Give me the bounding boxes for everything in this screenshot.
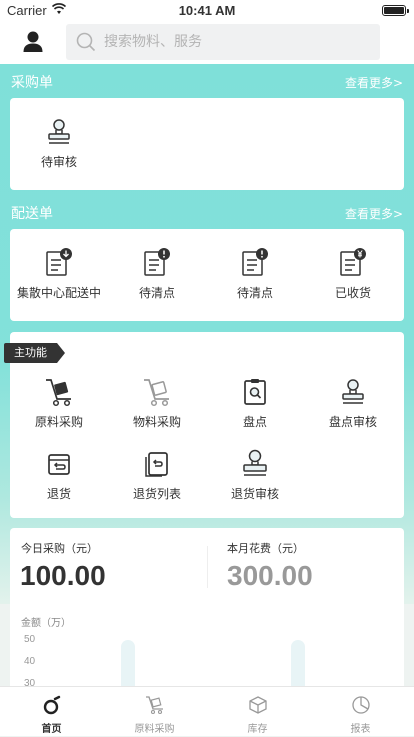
purchase-more-link[interactable]: 查看更多>: [345, 74, 403, 91]
func-label: 退货: [46, 487, 71, 501]
cart-icon: [144, 379, 169, 407]
tab-label: 报表: [350, 724, 371, 735]
main-functions-tag: 主功能: [4, 343, 65, 363]
func-label: 退货审核: [230, 487, 279, 501]
tab-bar: 首页 原料采购 库存 报表: [0, 686, 414, 736]
stats-card: 今日采购（元） 100.00 本月花费（元） 300.00 金额（万） 50 4…: [10, 528, 404, 708]
main-functions-card: 主功能 原料采购 物料采购 盘点 盘点审核 退货 退货列表 退货审核: [4, 332, 404, 518]
delivery-card: 集散中心配送中 待清点 待清点 已收货: [10, 229, 404, 321]
func-return-review[interactable]: 退货审核: [206, 448, 304, 502]
tab-reports[interactable]: 报表: [309, 687, 412, 737]
inventory-check-icon: [244, 379, 266, 405]
delivery-item-label: 已收货: [334, 286, 371, 300]
month-spend-label: 本月花费（元）: [227, 542, 304, 555]
doc-alert-icon: [144, 248, 170, 276]
box-icon: [248, 696, 267, 714]
doc-alert-icon: [242, 248, 268, 276]
func-label: 盘点: [242, 415, 267, 429]
hand-truck-icon: [46, 379, 71, 407]
month-spend-value: 300.00: [227, 560, 313, 591]
tab-label: 原料采购: [134, 724, 175, 735]
doc-yen-icon: [340, 248, 366, 276]
today-purchase-label: 今日采购（元）: [21, 542, 98, 555]
func-label: 盘点审核: [328, 415, 377, 429]
func-label: 原料采购: [34, 415, 83, 429]
purchase-item-label: 待审核: [40, 155, 77, 169]
battery-icon: [382, 5, 409, 16]
tab-inventory[interactable]: 库存: [206, 687, 309, 737]
delivery-item-label: 待清点: [236, 286, 273, 300]
doc-download-icon: [46, 248, 72, 276]
func-label: 物料采购: [132, 415, 181, 429]
chart-unit-label: 金额（万）: [21, 618, 71, 629]
home-icon: [43, 695, 60, 715]
y-tick: 40: [24, 656, 36, 667]
search-bar[interactable]: [66, 24, 380, 60]
func-label: 退货列表: [132, 487, 181, 501]
delivery-item-to-count-1[interactable]: 待清点: [108, 247, 206, 301]
stat-divider: [207, 546, 208, 588]
stamp-icon: [342, 379, 364, 404]
y-tick: 50: [24, 634, 36, 645]
tab-label: 首页: [41, 724, 62, 735]
delivery-item-label: 待清点: [138, 286, 175, 300]
tab-label: 库存: [247, 724, 268, 735]
delivery-item-label: 集散中心配送中: [16, 286, 101, 300]
func-return[interactable]: 退货: [10, 448, 108, 502]
delivery-section-title: 配送单: [11, 206, 53, 222]
purchase-section-title: 采购单: [11, 75, 53, 91]
purchase-card: 待审核: [10, 98, 404, 190]
status-bar: Carrier 10:41 AM: [0, 0, 414, 22]
cart-icon: [145, 696, 163, 715]
stamp-icon: [243, 449, 267, 476]
tab-raw-material-purchase[interactable]: 原料采购: [103, 687, 206, 737]
top-bar: [0, 22, 414, 64]
clock: 10:41 AM: [178, 3, 236, 18]
delivery-item-received[interactable]: 已收货: [304, 247, 402, 301]
delivery-item-distribution[interactable]: 集散中心配送中: [10, 247, 108, 301]
stamp-icon: [48, 119, 70, 144]
func-raw-material-purchase[interactable]: 原料采购: [10, 376, 108, 430]
return-icon: [48, 454, 70, 475]
today-purchase-value: 100.00: [20, 560, 106, 591]
hero-background: 采购单 查看更多> 待审核 配送单 查看更多> 集散中心配送中 待清点 待清点 …: [0, 64, 414, 604]
func-inventory-review[interactable]: 盘点审核: [304, 376, 402, 430]
search-input[interactable]: [104, 24, 364, 60]
tab-home[interactable]: 首页: [0, 687, 103, 737]
pie-chart-icon: [351, 696, 370, 714]
func-inventory-check[interactable]: 盘点: [206, 376, 304, 430]
search-icon: [76, 32, 96, 52]
func-return-list[interactable]: 退货列表: [108, 448, 206, 502]
delivery-more-link[interactable]: 查看更多>: [345, 205, 403, 222]
return-list-icon: [145, 452, 168, 477]
delivery-item-to-count-2[interactable]: 待清点: [206, 247, 304, 301]
user-icon[interactable]: [22, 30, 44, 54]
func-material-purchase[interactable]: 物料采购: [108, 376, 206, 430]
purchase-item-pending-review[interactable]: 待审核: [10, 116, 108, 170]
